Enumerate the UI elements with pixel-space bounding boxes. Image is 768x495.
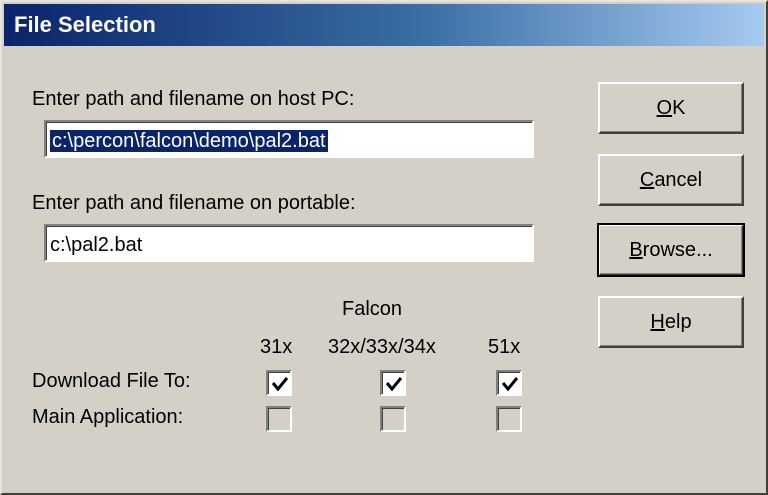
falcon-group-label: Falcon — [342, 298, 403, 320]
download-file-to-label: Download File To: — [32, 370, 191, 392]
help-button[interactable]: Help — [598, 296, 744, 348]
browse-button[interactable]: Browse... — [597, 223, 745, 277]
main-app-checkbox-0 — [266, 406, 292, 432]
download-checkbox-0[interactable] — [266, 370, 292, 396]
download-checkbox-1[interactable] — [380, 370, 406, 396]
main-app-checkbox-1 — [380, 406, 406, 432]
portable-path-input[interactable]: c:\pal2.bat — [44, 224, 534, 262]
checkmark-icon — [501, 377, 519, 392]
main-application-label: Main Application: — [32, 406, 184, 428]
host-path-input[interactable]: c:\percon\falcon\demo\pal2.bat — [44, 120, 534, 158]
host-path-value: c:\percon\falcon\demo\pal2.bat — [50, 130, 328, 152]
column-32x-label: 32x/33x/34x — [328, 336, 436, 358]
cancel-button[interactable]: Cancel — [598, 154, 744, 206]
column-31x-label: 31x — [260, 336, 293, 358]
title-bar: File Selection — [4, 4, 764, 46]
portable-path-value: c:\pal2.bat — [50, 234, 143, 256]
dialog-title: File Selection — [14, 12, 156, 37]
main-app-checkbox-2 — [496, 406, 522, 432]
portable-path-label: Enter path and filename on portable: — [32, 192, 356, 214]
checkmark-icon — [271, 377, 289, 392]
checkmark-icon — [385, 377, 403, 392]
ok-button[interactable]: OK — [598, 82, 744, 134]
column-51x-label: 51x — [488, 336, 521, 358]
host-path-label: Enter path and filename on host PC: — [32, 88, 355, 110]
file-selection-dialog: File Selection Enter path and filename o… — [0, 0, 768, 495]
download-checkbox-2[interactable] — [496, 370, 522, 396]
